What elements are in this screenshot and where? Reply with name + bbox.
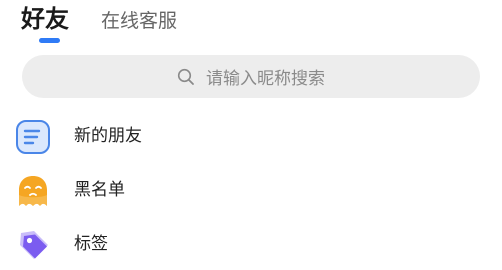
- tab-online-service[interactable]: 在线客服: [101, 9, 177, 33]
- list-item-tags[interactable]: 标签: [0, 218, 502, 270]
- active-tab-indicator: [39, 38, 60, 43]
- list-item-label: 黑名单: [74, 180, 125, 200]
- tab-friends[interactable]: 好友: [21, 4, 69, 34]
- list-item-label: 新的朋友: [74, 126, 142, 146]
- search-bar-content: 请输入昵称搜索: [22, 55, 480, 98]
- top-tabs: 好友 在线客服: [0, 0, 502, 48]
- blacklist-icon: [15, 173, 51, 209]
- tag-icon: [15, 227, 51, 263]
- new-friends-icon: [15, 119, 51, 155]
- list-item-blacklist[interactable]: 黑名单: [0, 164, 502, 216]
- search-placeholder: 请输入昵称搜索: [206, 69, 325, 89]
- list-item-label: 标签: [74, 234, 108, 254]
- search-bar[interactable]: 请输入昵称搜索: [22, 55, 480, 98]
- list-item-new-friends[interactable]: 新的朋友: [0, 110, 502, 162]
- search-icon: [177, 68, 195, 86]
